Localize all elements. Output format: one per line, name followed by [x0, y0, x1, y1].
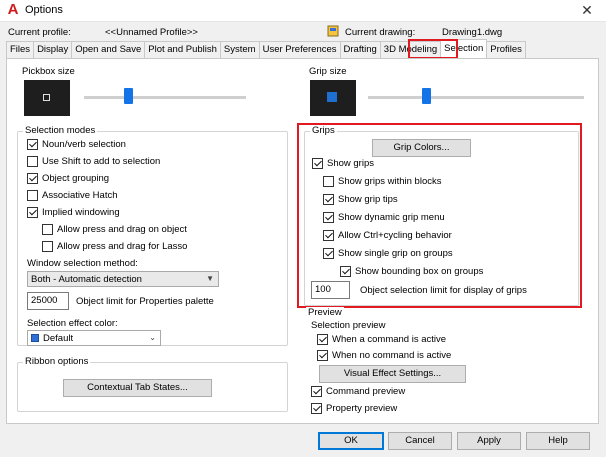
window-selection-method-label: Window selection method: — [27, 258, 138, 269]
when-no-command-active-checkbox[interactable]: When no command is active — [317, 349, 451, 362]
tab-system[interactable]: System — [219, 41, 260, 58]
grip-size-label: Grip size — [309, 66, 347, 77]
use-shift-checkbox[interactable]: Use Shift to add to selection — [27, 155, 160, 168]
tab-3d-modeling[interactable]: 3D Modeling — [379, 41, 442, 58]
ribbon-options-label: Ribbon options — [23, 356, 91, 367]
ok-button[interactable]: OK — [318, 432, 384, 450]
drawing-icon — [327, 25, 339, 37]
tab-plot-and-publish[interactable]: Plot and Publish — [144, 41, 221, 58]
tab-strip: Files Display Open and Save Plot and Pub… — [6, 39, 526, 58]
object-limit-label: Object limit for Properties palette — [76, 296, 214, 307]
tab-open-and-save[interactable]: Open and Save — [71, 41, 146, 58]
pickbox-square — [43, 94, 50, 101]
selection-modes-label: Selection modes — [23, 125, 98, 136]
window-selection-method-select[interactable]: Both - Automatic detection ▼ — [27, 271, 219, 287]
implied-windowing-checkbox[interactable]: Implied windowing — [27, 206, 120, 219]
pickbox-slider-track[interactable] — [84, 96, 246, 99]
current-profile-value: <<Unnamed Profile>> — [105, 27, 198, 38]
grip-size-preview — [310, 80, 356, 116]
help-button[interactable]: Help — [526, 432, 590, 450]
checkbox-icon[interactable] — [27, 156, 38, 167]
chevron-down-icon: ⌄ — [149, 333, 156, 342]
checkbox-icon[interactable] — [27, 139, 38, 150]
pickbox-preview — [24, 80, 70, 116]
tab-display[interactable]: Display — [33, 41, 73, 58]
preview-label: Preview — [306, 307, 344, 318]
checkbox-icon[interactable] — [317, 350, 328, 361]
press-drag-lasso-checkbox[interactable]: Allow press and drag for Lasso — [42, 240, 187, 253]
window-title: Options — [25, 4, 63, 16]
color-swatch — [31, 334, 39, 342]
tab-files[interactable]: Files — [6, 41, 35, 58]
contextual-tab-states-button[interactable]: Contextual Tab States... — [63, 379, 212, 397]
autocad-logo-icon: A — [7, 1, 19, 18]
chevron-down-icon: ▼ — [206, 274, 214, 283]
current-profile-label: Current profile: — [8, 27, 71, 38]
press-drag-object-checkbox[interactable]: Allow press and drag on object — [42, 223, 187, 236]
cancel-button[interactable]: Cancel — [388, 432, 452, 450]
checkbox-icon[interactable] — [311, 403, 322, 414]
noun-verb-selection-checkbox[interactable]: Noun/verb selection — [27, 138, 126, 151]
tab-selection[interactable]: Selection — [440, 39, 488, 58]
when-command-active-checkbox[interactable]: When a command is active — [317, 333, 446, 346]
selection-effect-color-label: Selection effect color: — [27, 318, 118, 329]
checkbox-icon[interactable] — [27, 190, 38, 201]
checkbox-icon[interactable] — [27, 173, 38, 184]
object-grouping-checkbox[interactable]: Object grouping — [27, 172, 109, 185]
close-icon[interactable]: ✕ — [574, 0, 600, 20]
command-preview-checkbox[interactable]: Command preview — [311, 385, 405, 398]
grip-square — [327, 92, 337, 102]
current-drawing-value: Drawing1.dwg — [442, 27, 503, 38]
pickbox-size-label: Pickbox size — [22, 66, 75, 77]
checkbox-icon[interactable] — [42, 224, 53, 235]
title-bar: A Options ✕ — [0, 0, 606, 22]
pickbox-slider-thumb[interactable] — [123, 88, 133, 104]
visual-effect-settings-button[interactable]: Visual Effect Settings... — [319, 365, 466, 383]
grips-highlight-outline — [297, 123, 582, 308]
tab-user-preferences[interactable]: User Preferences — [258, 41, 341, 58]
checkbox-icon[interactable] — [317, 334, 328, 345]
selection-preview-label: Selection preview — [311, 320, 386, 331]
tab-drafting[interactable]: Drafting — [339, 41, 381, 58]
current-drawing-label: Current drawing: — [345, 27, 416, 38]
grip-size-slider-thumb[interactable] — [422, 88, 432, 104]
checkbox-icon[interactable] — [27, 207, 38, 218]
apply-button[interactable]: Apply — [457, 432, 521, 450]
object-limit-input[interactable]: 25000 — [27, 292, 69, 310]
property-preview-checkbox[interactable]: Property preview — [311, 402, 397, 415]
checkbox-icon[interactable] — [311, 386, 322, 397]
associative-hatch-checkbox[interactable]: Associative Hatch — [27, 189, 118, 202]
grip-size-slider-track[interactable] — [368, 96, 584, 99]
selection-effect-color-select[interactable]: Default ⌄ — [27, 330, 161, 346]
checkbox-icon[interactable] — [42, 241, 53, 252]
tab-profiles[interactable]: Profiles — [486, 41, 526, 58]
